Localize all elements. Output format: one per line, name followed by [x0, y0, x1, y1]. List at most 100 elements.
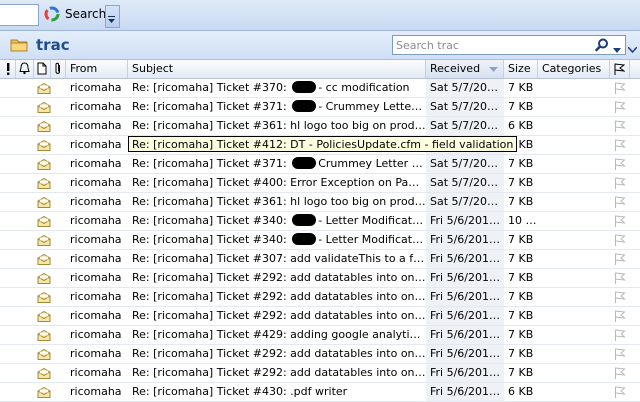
message-row[interactable]: ricomaha Re: [ricomaha] Ticket #430: .pd… [0, 383, 640, 402]
folder-search-input[interactable] [393, 36, 589, 54]
message-row[interactable]: ricomaha Re: [ricomaha] Ticket #292: add… [0, 364, 640, 383]
flag-icon[interactable] [614, 120, 627, 135]
received-column-header[interactable]: Received [426, 60, 504, 78]
subject-text-tail: - Letter Modifications ... [318, 233, 426, 246]
attachment-column-header[interactable] [51, 60, 66, 78]
flag-icon[interactable] [614, 82, 627, 97]
size-column-header[interactable]: Size [504, 60, 538, 78]
search-button[interactable]: Search [41, 4, 112, 24]
subject-text: Re: [ricomaha] Ticket #307: add validate… [132, 252, 426, 265]
message-row[interactable]: ricomaha Re: [ricomaha] Ticket #292: add… [0, 307, 640, 326]
flag-icon[interactable] [614, 196, 627, 211]
message-from: ricomaha [70, 214, 122, 227]
message-size: 7 KB [508, 157, 534, 170]
message-size: 7 KB [508, 252, 534, 265]
subject-text: Re: [ricomaha] Ticket #361: hl logo too … [132, 119, 426, 132]
message-from: ricomaha [70, 81, 122, 94]
message-from: ricomaha [70, 100, 122, 113]
from-column-header[interactable]: From [66, 60, 128, 78]
message-from: ricomaha [70, 290, 122, 303]
message-row[interactable]: ricomaha Re: [ricomaha] Ticket #429: add… [0, 326, 640, 345]
flag-icon[interactable] [614, 348, 627, 363]
message-from: ricomaha [70, 271, 122, 284]
message-row[interactable]: ricomaha Re: [ricomaha] Ticket #340: - L… [0, 231, 640, 250]
chevron-down-icon [108, 16, 115, 23]
redaction-mark [292, 100, 317, 112]
flag-column-header[interactable] [610, 60, 630, 78]
message-received: Sat 5/7/2011 ... [426, 155, 504, 173]
importance-column-header[interactable] [0, 60, 16, 78]
message-row[interactable]: ricomaha Re: [ricomaha] Ticket #340: - L… [0, 212, 640, 231]
subject-text-tail: - cc modification [318, 81, 410, 94]
flag-icon[interactable] [614, 101, 627, 116]
message-row[interactable]: ricomaha Re: [ricomaha] Ticket #361: hl … [0, 117, 640, 136]
message-row[interactable]: ricomaha Re: [ricomaha] Ticket #307: add… [0, 250, 640, 269]
message-subject: Re: [ricomaha] Ticket #361: hl logo too … [128, 117, 426, 135]
message-received: Fri 5/6/2011 ... [426, 364, 504, 382]
message-row[interactable]: ricomaha Re: [ricomaha] Ticket #370: - c… [0, 79, 640, 98]
message-subject: Re: [ricomaha] Ticket #292: add datatabl… [128, 269, 426, 287]
message-size: 7 KB [508, 233, 534, 246]
subject-text: Re: [ricomaha] Ticket #292: add datatabl… [132, 309, 426, 322]
message-from: ricomaha [70, 385, 122, 398]
envelope-open-icon [37, 158, 51, 173]
exclamation-icon [6, 63, 9, 75]
subject-text: Re: [ricomaha] Ticket #370: [132, 81, 291, 94]
message-size: 7 KB [508, 328, 534, 341]
subject-column-header[interactable]: Subject [128, 60, 426, 78]
received-column-label: Received [430, 62, 481, 75]
envelope-open-icon [37, 82, 51, 97]
message-subject: Re: [ricomaha] Ticket #400: Error Except… [128, 174, 426, 192]
message-size: 7 KB [508, 290, 534, 303]
envelope-open-icon [37, 386, 51, 401]
message-row[interactable]: ricomaha Re: [ricomaha] Ticket #371: Cru… [0, 155, 640, 174]
paperclip-icon [55, 62, 60, 74]
flag-icon[interactable] [614, 177, 627, 192]
subject-text: Re: [ricomaha] Ticket #371: [132, 100, 291, 113]
flag-icon[interactable] [614, 215, 627, 230]
expand-search-chevron-icon[interactable] [627, 43, 638, 56]
message-row[interactable]: ricomaha Re: [ricomaha] Ticket #292: add… [0, 345, 640, 364]
message-row[interactable]: ricomaha Re: [ricomaha] Ticket #371: - C… [0, 98, 640, 117]
flag-icon[interactable] [614, 291, 627, 306]
folder-title: trac [36, 36, 70, 54]
search-icon[interactable] [595, 38, 609, 55]
categories-column-header[interactable]: Categories [538, 60, 610, 78]
message-row[interactable]: ricomaha Re: [ricomaha] Ticket #400: Err… [0, 174, 640, 193]
message-received: Sat 5/7/2011 ... [426, 117, 504, 135]
message-size: 7 KB [508, 195, 534, 208]
toolbar-input[interactable] [0, 4, 39, 26]
message-received: Sat 5/7/2011 ... [426, 98, 504, 116]
message-subject: Re: [ricomaha] Ticket #292: add datatabl… [128, 307, 426, 325]
search-options-arrow-icon[interactable] [613, 43, 621, 56]
message-from: ricomaha [70, 233, 122, 246]
flag-icon[interactable] [614, 272, 627, 287]
message-subject: Re: [ricomaha] Ticket #429: adding googl… [128, 326, 426, 344]
flag-icon[interactable] [614, 329, 627, 344]
redaction-mark [292, 157, 317, 169]
flag-icon[interactable] [614, 158, 627, 173]
message-row[interactable]: ricomaha Re: [ricomaha] Ticket #292: add… [0, 288, 640, 307]
message-from: ricomaha [70, 138, 122, 151]
subject-text: Re: [ricomaha] Ticket #292: add datatabl… [132, 366, 426, 379]
toolbar-options-dropdown[interactable] [105, 5, 120, 28]
flag-icon[interactable] [614, 234, 627, 249]
flag-icon[interactable] [614, 386, 627, 401]
message-received: Fri 5/6/2011 ... [426, 269, 504, 287]
reminder-column-header[interactable] [16, 60, 34, 78]
message-row[interactable]: ricomaha Re: [ricomaha] Ticket #292: add… [0, 269, 640, 288]
flag-icon[interactable] [614, 253, 627, 268]
message-subject: Re: [ricomaha] Ticket #371: Crummey Lett… [128, 155, 426, 173]
type-column-header[interactable] [34, 60, 51, 78]
flag-icon[interactable] [614, 367, 627, 382]
envelope-open-icon [37, 348, 51, 363]
folder-icon [10, 38, 28, 55]
flag-icon[interactable] [614, 139, 627, 154]
message-received: Sat 5/7/2011 ... [426, 174, 504, 192]
redaction-mark [292, 214, 317, 226]
message-subject: Re: [ricomaha] Ticket #292: add datatabl… [128, 288, 426, 306]
flag-icon[interactable] [614, 310, 627, 325]
flag-icon [614, 63, 626, 75]
message-received: Fri 5/6/2011 ... [426, 326, 504, 344]
message-row[interactable]: ricomaha Re: [ricomaha] Ticket #361: hl … [0, 193, 640, 212]
